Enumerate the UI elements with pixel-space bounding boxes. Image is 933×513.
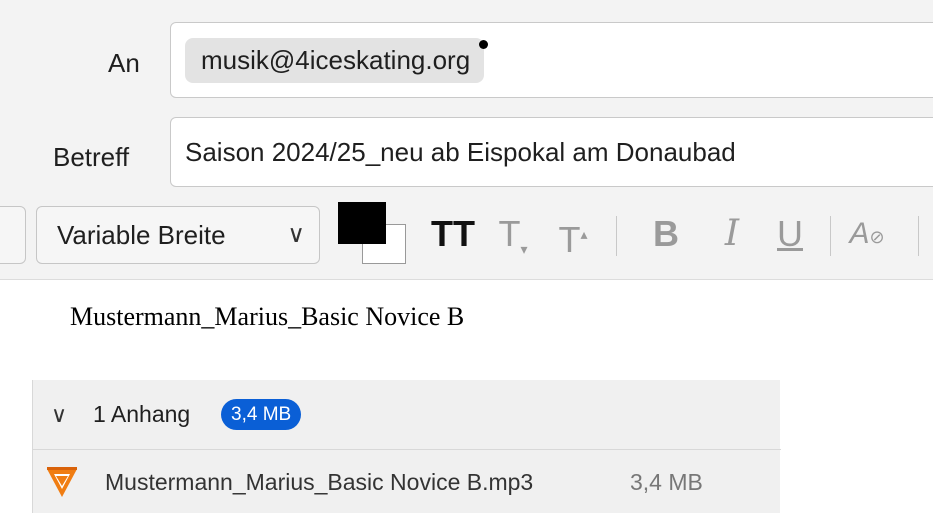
- attachment-file-size: 3,4 MB: [630, 469, 703, 495]
- to-field[interactable]: musik@4iceskating.org: [170, 22, 933, 98]
- compose-header: An musik@4iceskating.org Betreff Saison …: [0, 0, 933, 196]
- to-label: An: [108, 48, 140, 78]
- attachment-header[interactable]: ∨ 1 Anhang 3,4 MB: [33, 380, 781, 450]
- subject-field[interactable]: Saison 2024/25_neu ab Eispokal am Donaub…: [170, 117, 933, 187]
- subscript-button[interactable]: T▾: [490, 208, 536, 260]
- superscript-button[interactable]: T▴: [550, 208, 596, 260]
- vlc-media-icon: [47, 467, 77, 497]
- chevron-down-icon: ∨: [287, 221, 305, 248]
- bold-button[interactable]: B: [646, 208, 686, 260]
- recipient-pill[interactable]: musik@4iceskating.org: [185, 38, 489, 83]
- toolbar-separator: [616, 216, 617, 256]
- superscript-icon: T: [558, 219, 581, 260]
- message-body-text[interactable]: Mustermann_Marius_Basic Novice B: [70, 302, 464, 332]
- underline-button[interactable]: U: [770, 208, 810, 260]
- clear-formatting-icon: A: [849, 217, 870, 250]
- subscript-icon: T: [498, 213, 521, 254]
- attachment-item[interactable]: Mustermann_Marius_Basic Novice B.mp3 3,4…: [33, 450, 781, 513]
- recipient-status-dot: [479, 40, 489, 49]
- toolbar-separator: [918, 216, 919, 256]
- font-select-value: Variable Breite: [57, 220, 226, 250]
- smaller-text-button[interactable]: TT: [430, 208, 476, 260]
- italic-button[interactable]: I: [712, 208, 752, 260]
- format-toolbar: ∨ Variable Breite ∨ TT T▾ T▴ B I U A⊘: [0, 196, 933, 280]
- recipient-address: musik@4iceskating.org: [201, 45, 471, 75]
- toolbar-separator: [830, 216, 831, 256]
- attachment-size-badge: 3,4 MB: [221, 399, 302, 430]
- font-select[interactable]: Variable Breite ∨: [36, 206, 320, 264]
- paragraph-format-select[interactable]: ∨: [0, 206, 26, 264]
- attachment-file-name: Mustermann_Marius_Basic Novice B.mp3: [105, 469, 534, 495]
- subject-label: Betreff: [53, 142, 130, 172]
- text-color-picker[interactable]: [338, 202, 408, 264]
- subject-value: Saison 2024/25_neu ab Eispokal am Donaub…: [185, 137, 736, 167]
- text-color-swatch[interactable]: [338, 202, 386, 244]
- attachment-count: 1 Anhang: [93, 401, 191, 427]
- clear-formatting-button[interactable]: A⊘: [842, 208, 892, 260]
- chevron-down-icon: ∨: [0, 219, 2, 240]
- chevron-down-icon[interactable]: ∨: [51, 402, 67, 428]
- attachment-panel: ∨ 1 Anhang 3,4 MB Mustermann_Marius_Basi…: [32, 380, 781, 513]
